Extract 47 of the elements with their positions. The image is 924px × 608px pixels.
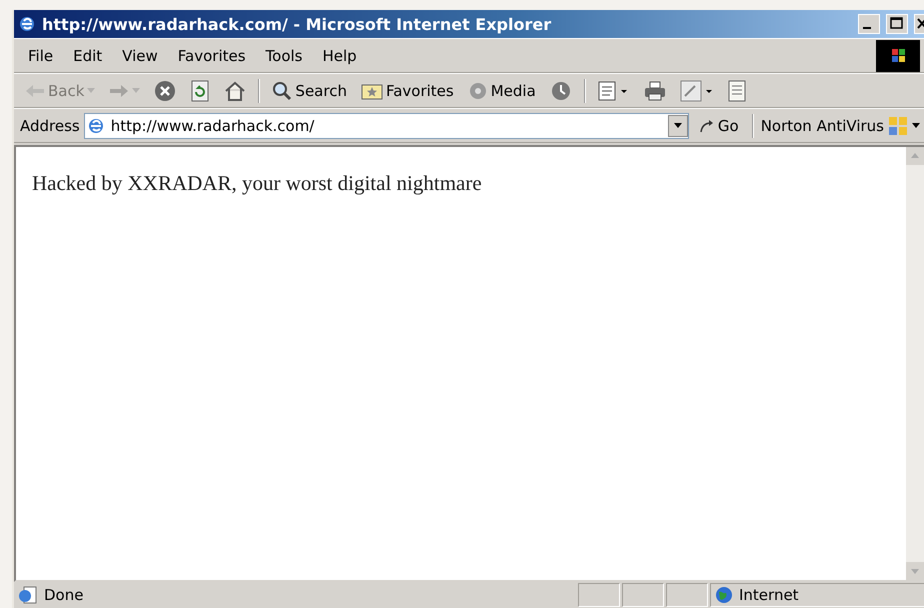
globe-e-icon [86, 116, 105, 134]
menu-item[interactable]: Help [314, 44, 365, 66]
page-text: Hacked by XXRADAR, your worst digital nightmare [32, 171, 483, 196]
menu-item[interactable]: File [20, 44, 62, 66]
globe-e-icon [18, 15, 36, 33]
printer-icon [644, 80, 666, 100]
menu-item[interactable]: Tools [258, 44, 310, 66]
dropdown-button[interactable] [668, 114, 688, 136]
star-folder-icon [360, 82, 383, 100]
caret-icon[interactable] [912, 123, 920, 128]
media-icon [468, 80, 488, 100]
window-title: http://www.radarhack.com/ - Microsoft Internet Explorer [42, 14, 552, 34]
favorites-button[interactable]: Favorites [356, 80, 459, 102]
security-zone-text: Internet [739, 586, 799, 604]
page-icon [18, 586, 38, 604]
back-arrow-icon [25, 84, 45, 98]
search-button[interactable]: Search [267, 78, 352, 102]
history-icon [550, 80, 572, 102]
media-button[interactable]: Media [462, 78, 541, 102]
close-icon[interactable] [914, 14, 924, 34]
edit-dropdown-icon [680, 80, 714, 102]
menu-item[interactable]: View [114, 44, 166, 66]
status-text: Done [44, 586, 84, 604]
menu-item[interactable]: Favorites [170, 44, 254, 66]
arrow-icon [698, 118, 715, 134]
minimize-icon[interactable] [858, 14, 880, 34]
status-pane [622, 583, 664, 607]
windows-logo-icon [876, 40, 920, 72]
globe-icon [715, 586, 733, 604]
address-field-frame[interactable]: http://www.radarhack.com/ [84, 112, 689, 138]
address-field[interactable]: http://www.radarhack.com/ [110, 116, 662, 134]
document-icon [728, 80, 746, 102]
refresh-icon [190, 80, 210, 102]
stop-icon [154, 80, 176, 102]
home-icon [224, 80, 246, 100]
forward-arrow-icon [109, 84, 130, 98]
caret-icon [132, 88, 140, 93]
go-button[interactable]: Go [692, 116, 745, 134]
search-icon [272, 80, 292, 100]
address-label: Address [20, 116, 80, 134]
maximize-icon[interactable] [886, 14, 908, 34]
caret-icon [674, 123, 682, 128]
caret-icon [87, 88, 96, 93]
status-pane [578, 583, 620, 607]
status-pane [666, 583, 708, 607]
menu-item[interactable]: Edit [65, 44, 110, 66]
norton-antivirus-label[interactable]: Norton AntiVirus [760, 116, 884, 134]
